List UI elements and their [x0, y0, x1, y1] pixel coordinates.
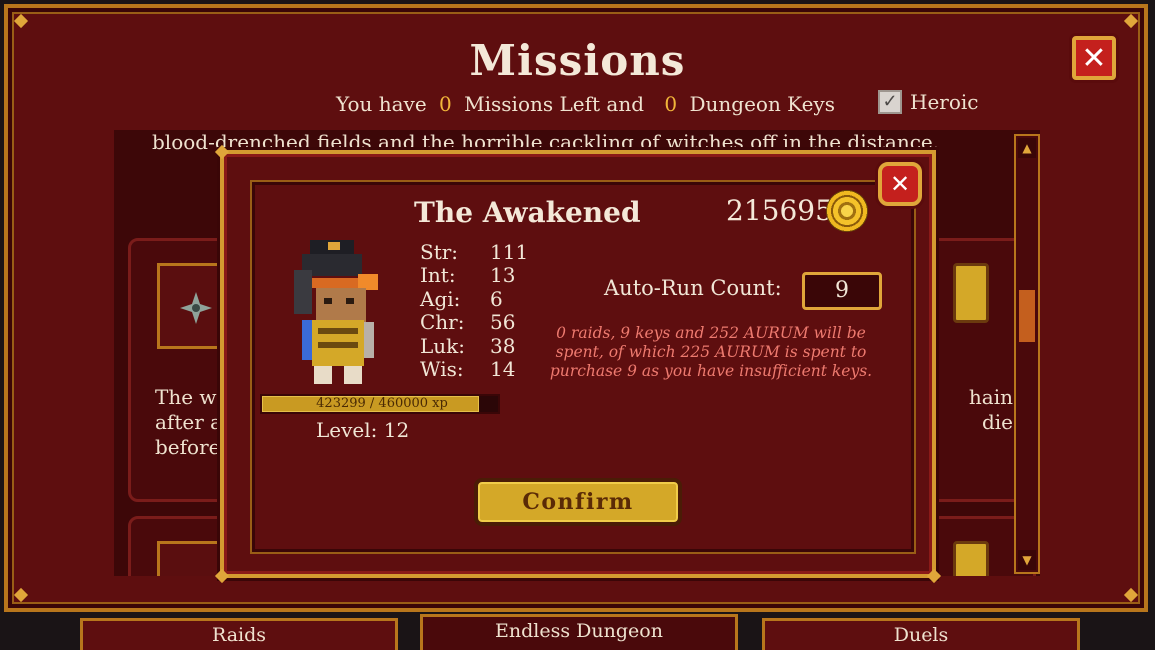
heroic-checkbox[interactable]: ✓ — [878, 90, 902, 114]
character-level: Level: 12 — [316, 418, 409, 442]
heroic-label: Heroic — [910, 90, 979, 114]
scroll-down-icon[interactable]: ▼ — [1018, 550, 1036, 570]
xp-bar: 423299 / 460000 xp — [260, 394, 500, 414]
you-have-text: You have — [336, 92, 427, 116]
character-name: The Awakened — [414, 196, 641, 229]
missions-left-count: 0 — [439, 92, 452, 116]
dungeon-keys-count: 0 — [664, 92, 678, 116]
gold-amount: 215695 — [726, 194, 833, 227]
stat-row: Agi: 6 — [420, 286, 503, 311]
level-label: Level: — [316, 418, 378, 442]
mission-text-left: The wi after a before — [155, 385, 223, 459]
tab-raids[interactable]: Raids — [80, 618, 398, 650]
stat-row: Wis: 14 — [420, 357, 516, 382]
character-stats: Str: 111 Int: 13 Agi: 6 Chr: 56 Luk: 38 Wis: 1… — [420, 239, 529, 382]
mission-text-right: hain die — [968, 385, 1013, 434]
mission-tabs: Raids Endless Dungeon Duels — [0, 614, 1155, 650]
xp-text: 423299 / 460000 xp — [316, 396, 448, 411]
tab-endless-dungeon[interactable]: Endless Dungeon — [420, 614, 738, 650]
auto-run-count-input[interactable]: 9 — [802, 272, 882, 310]
missions-left-label: Missions Left and — [464, 92, 645, 116]
level-value: 12 — [383, 418, 410, 442]
character-sprite — [294, 240, 378, 384]
cost-warning-note: 0 raids, 9 keys and 252 AURUM will be sp… — [549, 324, 873, 380]
confirm-button[interactable]: Confirm — [474, 478, 682, 526]
corner-ornament — [1123, 13, 1139, 29]
mission-action-button[interactable] — [953, 541, 989, 576]
mission-icon — [157, 541, 221, 576]
tab-duels[interactable]: Duels — [762, 618, 1080, 650]
page-title: Missions — [469, 36, 686, 85]
corner-ornament — [1123, 587, 1139, 603]
close-icon: ✕ — [1081, 40, 1107, 76]
scroll-thumb[interactable] — [1019, 290, 1035, 342]
auto-run-label: Auto-Run Count: — [604, 276, 782, 300]
close-icon: ✕ — [889, 170, 911, 198]
heroic-toggle[interactable]: ✓ Heroic — [878, 90, 978, 114]
mission-list-scrollbar[interactable]: ▲ ▼ — [1014, 134, 1040, 574]
stat-row: Chr: 56 — [420, 310, 516, 335]
close-missions-button[interactable]: ✕ — [1072, 36, 1116, 80]
corner-ornament — [13, 587, 29, 603]
aurum-coin-icon — [826, 190, 868, 232]
mission-icon — [157, 263, 221, 349]
shuriken-icon — [180, 292, 212, 324]
check-icon: ✓ — [882, 91, 898, 112]
resource-summary: You have 0 Missions Left and 0 Dungeon K… — [336, 92, 835, 116]
stat-row: Int: 13 — [420, 263, 516, 288]
mission-action-button[interactable] — [953, 263, 989, 323]
stat-row: Str: 111 — [420, 239, 529, 264]
stat-row: Luk: 38 — [420, 333, 516, 358]
close-dialog-button[interactable]: ✕ — [878, 162, 922, 206]
scroll-up-icon[interactable]: ▲ — [1018, 138, 1036, 158]
corner-ornament — [13, 13, 29, 29]
dungeon-keys-label: Dungeon Keys — [689, 92, 835, 116]
